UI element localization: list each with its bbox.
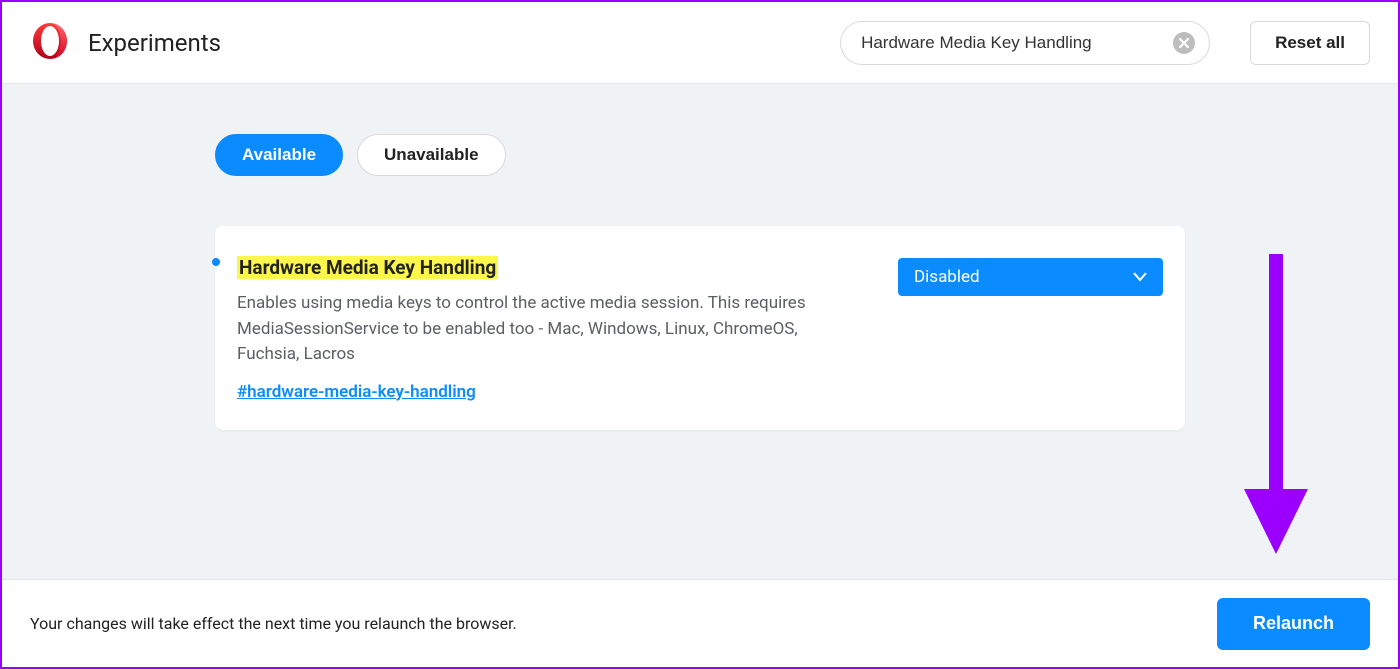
- page-title: Experiments: [88, 29, 221, 57]
- close-icon: [1178, 37, 1190, 49]
- clear-search-button[interactable]: [1173, 32, 1195, 54]
- relaunch-button[interactable]: Relaunch: [1217, 598, 1370, 650]
- flag-card: Hardware Media Key Handling Enables usin…: [215, 226, 1185, 430]
- search-input[interactable]: [861, 33, 1173, 53]
- opera-logo-icon: [30, 21, 70, 65]
- flag-description: Enables using media keys to control the …: [237, 291, 858, 368]
- chevron-down-icon: [1133, 267, 1147, 287]
- tabs: Available Unavailable: [215, 134, 1185, 176]
- header-bar: Experiments Reset all: [2, 2, 1398, 84]
- logo-and-title: Experiments: [30, 21, 221, 65]
- flag-hash-link[interactable]: #hardware-media-key-handling: [237, 382, 476, 402]
- flag-state-dropdown[interactable]: Disabled: [898, 258, 1163, 296]
- search-field-wrap[interactable]: [840, 21, 1210, 65]
- reset-all-button[interactable]: Reset all: [1250, 21, 1370, 65]
- flag-title: Hardware Media Key Handling: [237, 256, 498, 279]
- footer-bar: Your changes will take effect the next t…: [2, 579, 1398, 667]
- main-content: Available Unavailable Hardware Media Key…: [2, 84, 1398, 579]
- tab-unavailable[interactable]: Unavailable: [357, 134, 506, 176]
- footer-message: Your changes will take effect the next t…: [30, 614, 1217, 633]
- modified-indicator-dot: [212, 258, 220, 266]
- annotation-arrow: [1236, 254, 1316, 578]
- tab-available[interactable]: Available: [215, 134, 343, 176]
- flag-state-value: Disabled: [914, 267, 980, 287]
